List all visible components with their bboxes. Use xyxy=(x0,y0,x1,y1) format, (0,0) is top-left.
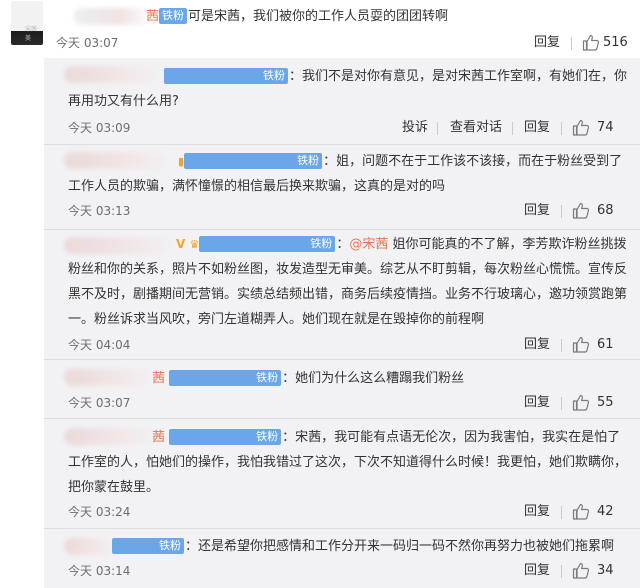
fan-badge: 铁粉 xyxy=(164,68,288,84)
divider xyxy=(571,37,572,50)
divider xyxy=(561,339,562,352)
fan-badge: 铁粉 xyxy=(184,153,323,169)
divider xyxy=(561,565,562,578)
reply-button[interactable]: 回复 xyxy=(524,504,550,520)
reply-text: 铁粉 ：还是希望你把感情和工作分开来一码归一码不然你再努力也被她们拖累啊 xyxy=(68,534,628,559)
reply-button[interactable]: 回复 xyxy=(524,395,550,411)
reply-text: 铁粉 ：我们不是对你有意见，是对宋茜工作室啊，有她们在，你再用功又有什么用? xyxy=(68,68,628,109)
reply-text: 茜 铁粉 ：她们为什么这么糟蹋我们粉丝 xyxy=(152,370,465,386)
thumbs-up-icon[interactable] xyxy=(572,394,590,411)
reply-text: 茜 铁粉 ：宋茜，我可能有点语无伦次，因为我害怕，我实在是怕了工作室的人，怕她们的… xyxy=(68,429,628,495)
reply-button[interactable]: 回复 xyxy=(524,203,550,219)
like-count: 516 xyxy=(603,35,628,50)
fan-badge: 铁粉 xyxy=(169,370,282,386)
timestamp: 今天 04:04 xyxy=(68,338,131,352)
thumbs-up-icon[interactable] xyxy=(572,336,590,353)
like-count: 61 xyxy=(597,337,614,352)
timestamp: 今天 03:14 xyxy=(68,564,131,578)
reply-text: V ♛ 铁粉 ：@宋茜 姐你可能真的不了解，李芳欺诈粉丝挑拨粉丝和你的关系，照片不如… xyxy=(68,236,628,327)
like-count: 55 xyxy=(597,395,614,410)
avatar-caption: 宋茜·美 xyxy=(25,26,39,42)
timestamp: 今天 03:09 xyxy=(68,121,131,135)
fan-badge: 铁粉 xyxy=(112,538,184,554)
like-count: 74 xyxy=(597,120,614,135)
thumbs-up-icon[interactable] xyxy=(572,119,590,136)
thumbs-up-icon[interactable] xyxy=(582,34,600,51)
medal-icon: ♛ xyxy=(189,238,200,251)
divider xyxy=(512,122,513,135)
view-conversation-button[interactable]: 查看对话 xyxy=(450,120,502,136)
divider xyxy=(561,122,562,135)
comment-text: 茜铁粉 可是宋茜，我们被你的工作人员耍的团团转啊 xyxy=(146,8,449,24)
mention-link[interactable]: @宋茜 xyxy=(349,237,388,252)
reply-button[interactable]: 回复 xyxy=(524,337,550,353)
timestamp: 今天 03:07 xyxy=(68,396,131,410)
report-button[interactable]: 投诉 xyxy=(402,120,428,136)
blurred-username xyxy=(74,8,152,25)
timestamp: 今天 03:24 xyxy=(68,505,131,519)
divider xyxy=(437,122,438,135)
avatar[interactable]: 宋茜·美 xyxy=(11,1,43,45)
fan-badge: 铁粉 xyxy=(169,429,282,445)
divider xyxy=(561,205,562,218)
reply-button[interactable]: 回复 xyxy=(534,35,560,51)
divider xyxy=(561,506,562,519)
divider xyxy=(561,397,562,410)
thumbs-up-icon[interactable] xyxy=(572,503,590,520)
thumbs-up-icon[interactable] xyxy=(572,202,590,219)
fan-badge: 铁粉 xyxy=(199,236,336,252)
reply-button[interactable]: 回复 xyxy=(524,120,550,136)
reply-button[interactable]: 回复 xyxy=(524,563,550,579)
fan-badge: 铁粉 xyxy=(159,8,188,24)
timestamp: 今天 03:13 xyxy=(68,204,131,218)
like-count: 42 xyxy=(597,504,614,519)
timestamp: 今天 03:07 xyxy=(56,36,119,50)
main-comment: 宋茜·美 茜铁粉 可是宋茜，我们被你的工作人员耍的团团转啊 今天 03:07 回复… xyxy=(0,0,640,58)
reply-text: ▮ 铁粉 ：姐，问题不在于工作该不该接，而在于粉丝受到了工作人员的欺骗，满怀憧憬的相… xyxy=(68,153,623,194)
like-count: 68 xyxy=(597,203,614,218)
thumbs-up-icon[interactable] xyxy=(572,562,590,579)
verified-v-icon: V xyxy=(176,237,186,251)
like-count: 34 xyxy=(597,563,614,578)
